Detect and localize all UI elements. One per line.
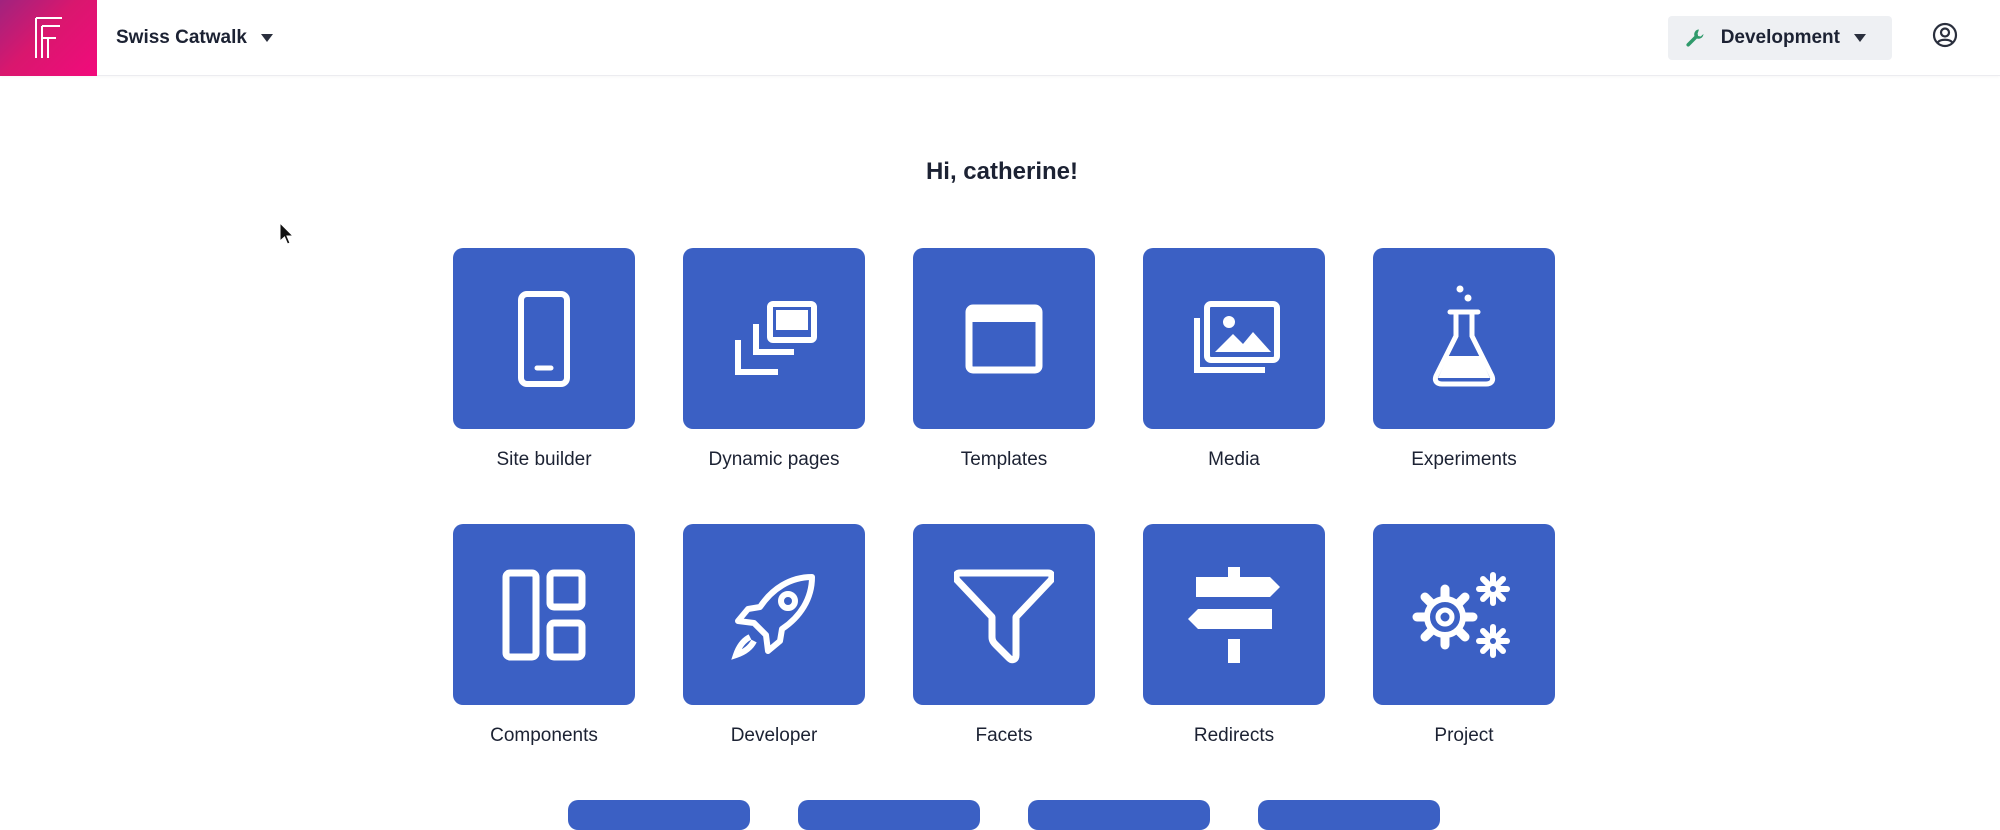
top-bar: Swiss Catwalk Development	[0, 0, 2000, 76]
tile-label: Redirects	[1193, 725, 1275, 746]
tile-label: Templates	[960, 449, 1048, 470]
gears-icon	[1412, 571, 1510, 658]
tile-partial[interactable]	[568, 800, 750, 830]
mouse-pointer-icon	[279, 222, 295, 245]
window-icon	[965, 304, 1043, 373]
tile-developer[interactable]: Developer	[683, 524, 865, 747]
tile-project[interactable]: Project	[1373, 524, 1555, 747]
tile-label: Experiments	[1411, 449, 1517, 470]
tile-dynamic-pages[interactable]: Dynamic pages	[683, 248, 865, 471]
layout-blocks-icon	[502, 569, 586, 660]
frontastic-logo-icon	[34, 17, 62, 58]
rocket-icon	[731, 573, 815, 660]
tile-label: Project	[1434, 725, 1494, 746]
tile-partial[interactable]	[798, 800, 980, 830]
tile-icon-box	[913, 524, 1095, 705]
project-switcher[interactable]: Swiss Catwalk	[116, 20, 273, 56]
tile-label: Dynamic pages	[708, 449, 840, 470]
environment-name: Development	[1720, 27, 1840, 48]
tile-icon-box	[1143, 524, 1325, 705]
tile-label: Facets	[975, 725, 1033, 746]
tile-icon-box	[1143, 248, 1325, 429]
tile-icon-box	[453, 248, 635, 429]
app-logo[interactable]	[0, 0, 97, 76]
account-button[interactable]	[1932, 22, 1958, 48]
tile-icon-box	[1373, 248, 1555, 429]
tile-icon-box	[453, 524, 635, 705]
tile-media[interactable]: Media	[1143, 248, 1325, 471]
tile-partial[interactable]	[1258, 800, 1440, 830]
flask-icon	[1432, 285, 1496, 386]
tile-label: Developer	[730, 725, 818, 746]
tile-label: Site builder	[496, 449, 592, 470]
tile-redirects[interactable]: Redirects	[1143, 524, 1325, 747]
environment-switcher[interactable]: Development	[1668, 16, 1892, 60]
mobile-phone-icon	[518, 290, 570, 387]
greeting: Hi, catherine!	[925, 158, 1079, 185]
stacked-windows-icon	[735, 300, 817, 375]
images-icon	[1194, 300, 1280, 373]
tile-facets[interactable]: Facets	[913, 524, 1095, 747]
tile-icon-box	[913, 248, 1095, 429]
tile-site-builder[interactable]: Site builder	[453, 248, 635, 471]
chevron-down-icon	[260, 34, 273, 42]
tile-icon-box	[683, 248, 865, 429]
signpost-icon	[1188, 566, 1280, 663]
tile-label: Components	[490, 725, 598, 746]
tile-templates[interactable]: Templates	[913, 248, 1095, 471]
tile-partial[interactable]	[1028, 800, 1210, 830]
tile-icon-box	[683, 524, 865, 705]
tile-components[interactable]: Components	[453, 524, 635, 747]
filter-funnel-icon	[954, 569, 1054, 663]
tile-experiments[interactable]: Experiments	[1373, 248, 1555, 471]
user-circle-icon	[1932, 22, 1958, 48]
chevron-down-icon	[1854, 34, 1866, 42]
tile-label: Media	[1208, 449, 1260, 470]
tile-icon-box	[1373, 524, 1555, 705]
wrench-icon	[1686, 29, 1704, 47]
project-name: Swiss Catwalk	[116, 27, 247, 48]
